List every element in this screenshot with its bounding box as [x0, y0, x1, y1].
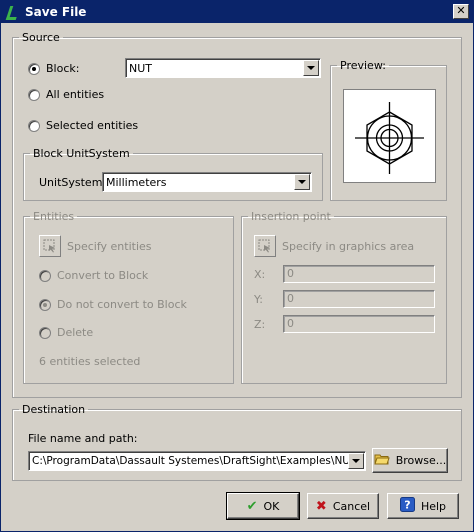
z-label: Z:: [254, 318, 266, 331]
ok-label: OK: [263, 499, 280, 513]
check-icon: ✔: [246, 498, 258, 514]
y-label: Y:: [254, 293, 263, 306]
x-field[interactable]: 0: [283, 265, 435, 283]
delete-radio[interactable]: Delete: [39, 326, 93, 339]
chevron-down-icon[interactable]: [303, 60, 319, 76]
browse-label: Browse...: [395, 454, 447, 467]
close-button[interactable]: ✕: [453, 4, 469, 19]
z-field[interactable]: 0: [283, 315, 435, 333]
preview-canvas: [343, 89, 436, 183]
path-combo-value: C:\ProgramData\Dassault Systemes\DraftSi…: [32, 455, 348, 467]
x-label: X:: [254, 268, 266, 281]
help-button[interactable]: ? Help: [387, 493, 459, 519]
source-legend: Source: [22, 31, 60, 44]
nut-preview-drawing: [355, 102, 424, 174]
title-bar[interactable]: Save File ✕: [1, 1, 473, 23]
destination-legend: Destination: [22, 403, 86, 416]
help-label: Help: [420, 499, 447, 513]
unitsystem-legend: Block UnitSystem: [33, 147, 130, 160]
convert-radio-indicator[interactable]: [39, 269, 51, 282]
save-file-dialog: Save File ✕ Source Block: NUT All entiti…: [0, 0, 474, 532]
folder-icon: [374, 452, 390, 469]
chevron-down-icon[interactable]: [348, 453, 364, 469]
no-convert-radio-indicator[interactable]: [39, 298, 51, 311]
draftsight-logo-icon: [5, 5, 19, 19]
unitsystem-combo[interactable]: Millimeters: [102, 172, 312, 192]
selected-entities-radio[interactable]: Selected entities: [28, 119, 138, 132]
x-mark-icon: ✖: [315, 498, 327, 514]
browse-button[interactable]: Browse...: [372, 448, 448, 473]
entities-status: 6 entities selected: [39, 355, 141, 368]
specify-entities-label: Specify entities: [67, 239, 152, 253]
y-field[interactable]: 0: [283, 290, 435, 308]
specify-insertion-label: Specify in graphics area: [282, 239, 415, 253]
block-radio-indicator[interactable]: [28, 62, 40, 75]
no-convert-radio[interactable]: Do not convert to Block: [39, 298, 187, 311]
specify-entities-button[interactable]: Specify entities: [39, 235, 152, 257]
delete-radio-indicator[interactable]: [39, 326, 51, 339]
preview-legend: Preview:: [340, 59, 386, 72]
no-convert-label: Do not convert to Block: [57, 298, 187, 311]
block-radio[interactable]: Block:: [28, 62, 79, 75]
block-radio-label: Block:: [46, 62, 80, 75]
selected-entities-label: Selected entities: [46, 119, 139, 132]
insertion-legend: Insertion point: [251, 210, 331, 223]
window-title: Save File: [25, 5, 87, 19]
block-combo[interactable]: NUT: [125, 58, 321, 78]
ok-button[interactable]: ✔ OK: [226, 492, 300, 520]
delete-label: Delete: [57, 326, 94, 339]
chevron-down-icon[interactable]: [294, 174, 310, 190]
convert-to-block-radio[interactable]: Convert to Block: [39, 269, 148, 282]
svg-text:?: ?: [404, 499, 410, 512]
specify-insertion-button[interactable]: Specify in graphics area: [254, 235, 414, 257]
cancel-label: Cancel: [332, 499, 371, 513]
cancel-button[interactable]: ✖ Cancel: [307, 493, 379, 519]
block-combo-value: NUT: [129, 61, 152, 75]
all-entities-radio[interactable]: All entities: [28, 88, 104, 101]
path-combo[interactable]: C:\ProgramData\Dassault Systemes\DraftSi…: [28, 451, 366, 471]
entities-legend: Entities: [33, 210, 75, 223]
convert-label: Convert to Block: [57, 269, 149, 282]
help-icon: ?: [399, 497, 415, 515]
pointer-select-icon[interactable]: [254, 235, 276, 257]
all-entities-radio-indicator[interactable]: [28, 88, 40, 101]
path-label: File name and path:: [28, 432, 138, 445]
unitsystem-combo-value: Millimeters: [106, 175, 167, 189]
selected-entities-radio-indicator[interactable]: [28, 119, 40, 132]
unitsystem-label: UnitSystem:: [39, 176, 107, 189]
all-entities-label: All entities: [46, 88, 105, 101]
pointer-select-icon[interactable]: [39, 235, 61, 257]
